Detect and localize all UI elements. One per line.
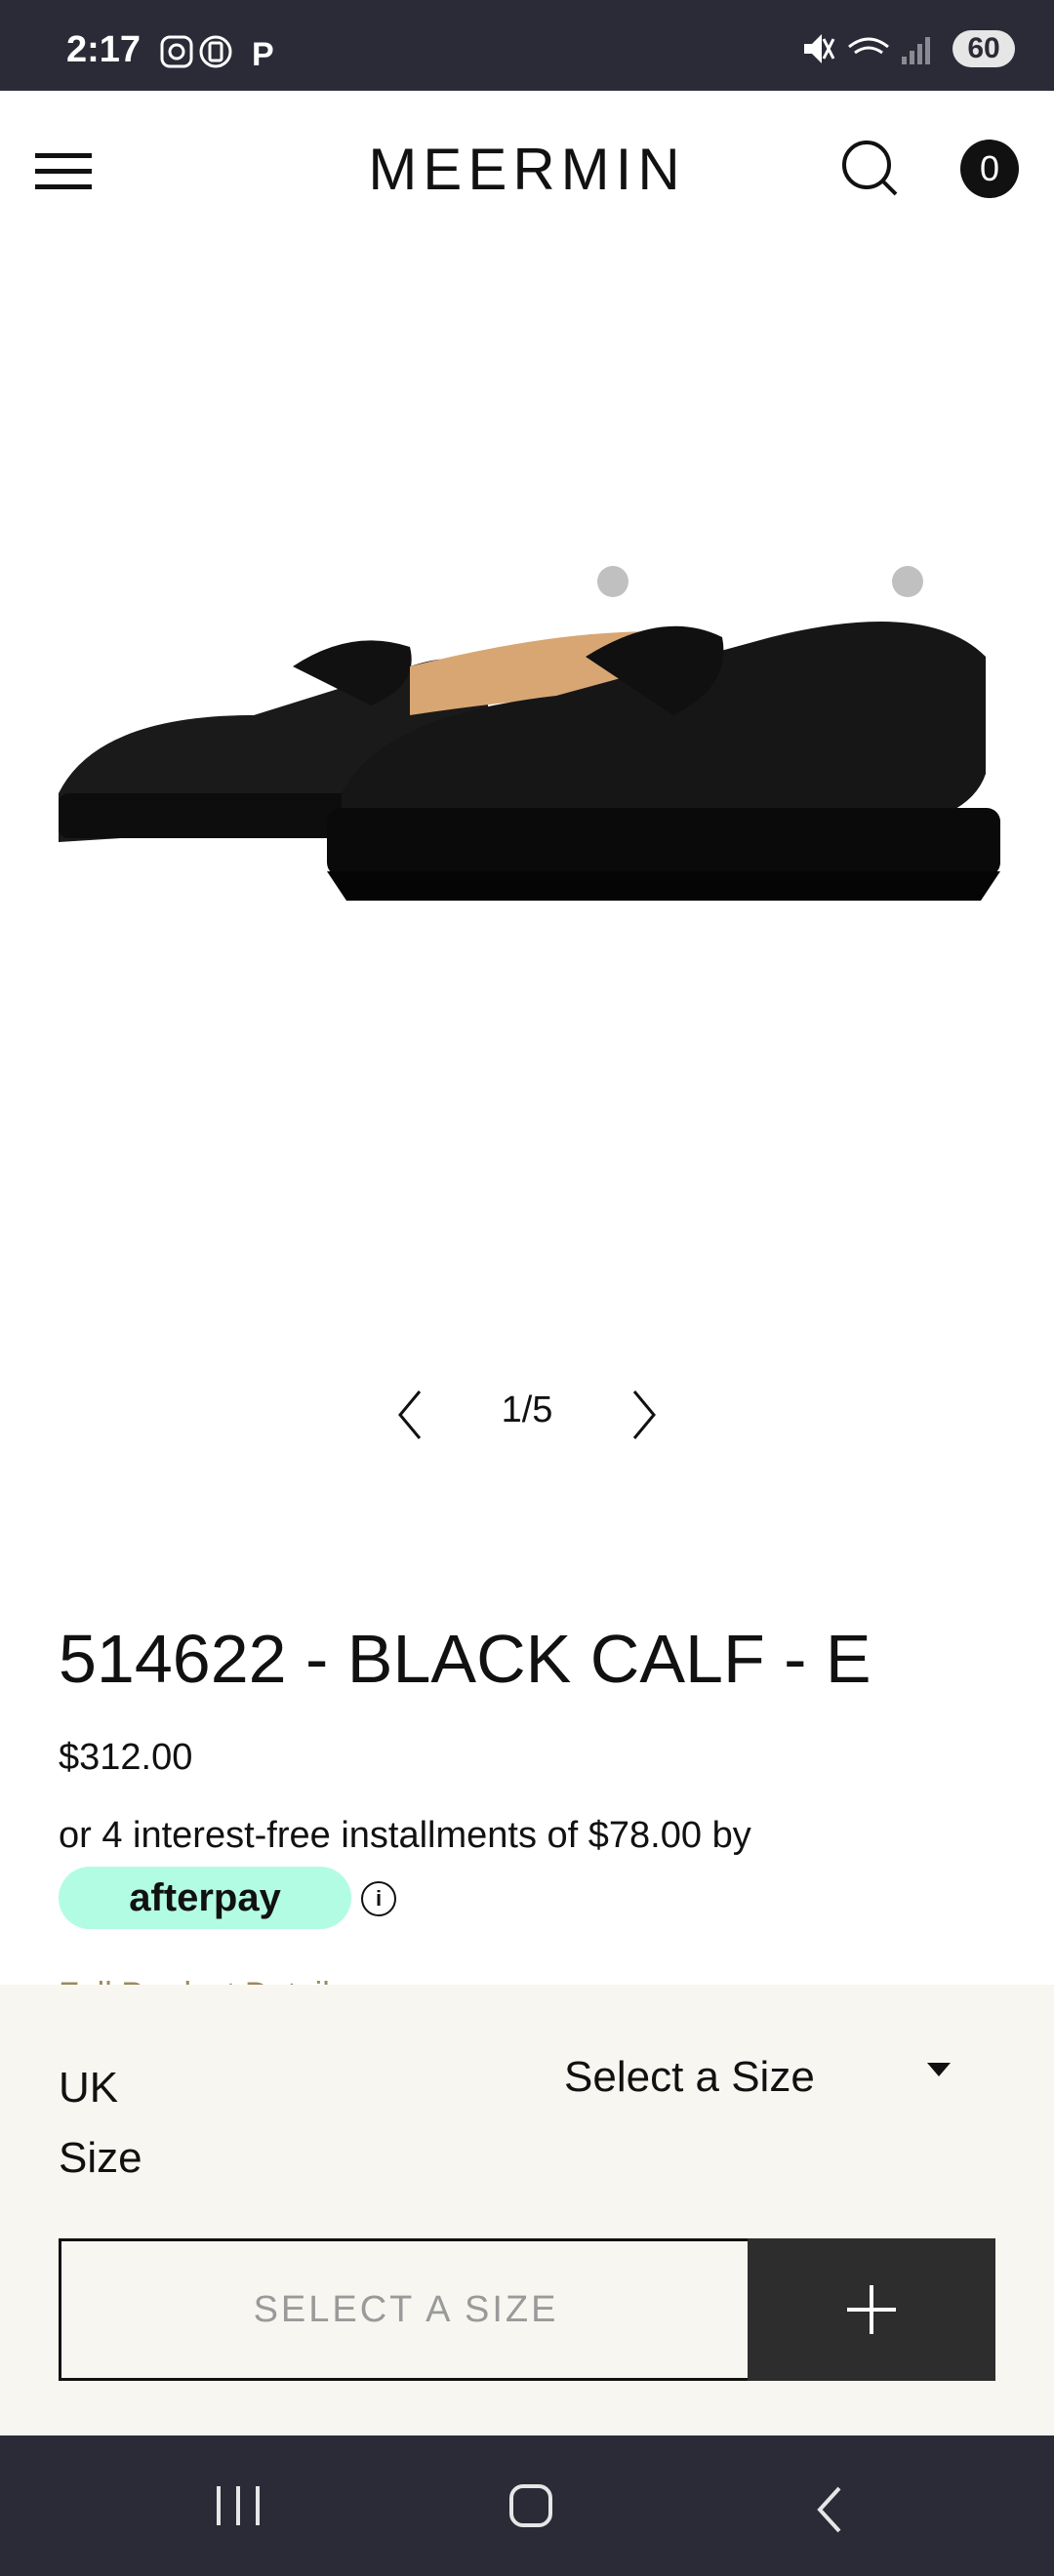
back-icon[interactable]	[812, 2482, 845, 2537]
mute-icon	[804, 34, 822, 63]
chevron-right-icon[interactable]	[625, 1388, 664, 1442]
status-bar: 2:17 P 60	[0, 0, 1054, 91]
size-label: UK Size	[59, 2064, 142, 2182]
search-icon[interactable]	[841, 140, 900, 198]
status-icons-right: 60	[800, 29, 1015, 68]
signal-icon	[902, 37, 930, 64]
system-icons	[804, 34, 930, 64]
instagram-icon	[160, 35, 193, 68]
add-button[interactable]	[748, 2238, 995, 2381]
gallery-counter: 1/5	[501, 1389, 553, 1430]
status-icons-left: P	[158, 33, 295, 77]
afterpay-installments-text: or 4 interest-free installments of $78.0…	[59, 1815, 751, 1856]
home-icon[interactable]	[507, 2482, 554, 2529]
afterpay-badge[interactable]: afterpay	[59, 1867, 351, 1929]
notification-icons: P	[160, 35, 274, 73]
chevron-down-icon[interactable]	[927, 2063, 951, 2076]
gallery-navigation: 1/5	[0, 1376, 1054, 1454]
recent-apps-icon[interactable]	[213, 2482, 264, 2529]
p-icon: P	[252, 36, 274, 72]
select-size-button[interactable]: SELECT A SIZE	[59, 2238, 753, 2381]
size-select[interactable]: Select a Size	[564, 2053, 815, 2102]
info-icon[interactable]: i	[361, 1881, 396, 1916]
product-price: $312.00	[59, 1737, 193, 1778]
product-title: 514622 - BLACK CALF - E	[59, 1621, 872, 1697]
cart-button[interactable]: 0	[960, 140, 1019, 198]
product-image[interactable]	[0, 247, 1054, 1340]
battery-indicator: 60	[953, 30, 1015, 67]
system-navigation-bar	[0, 2435, 1054, 2576]
purchase-drawer: UK Size Select a Size SELECT A SIZE	[0, 1985, 1054, 2435]
status-time: 2:17	[66, 29, 142, 70]
wifi-icon	[848, 37, 889, 55]
app-header: MEERMIN 0	[0, 91, 1054, 247]
